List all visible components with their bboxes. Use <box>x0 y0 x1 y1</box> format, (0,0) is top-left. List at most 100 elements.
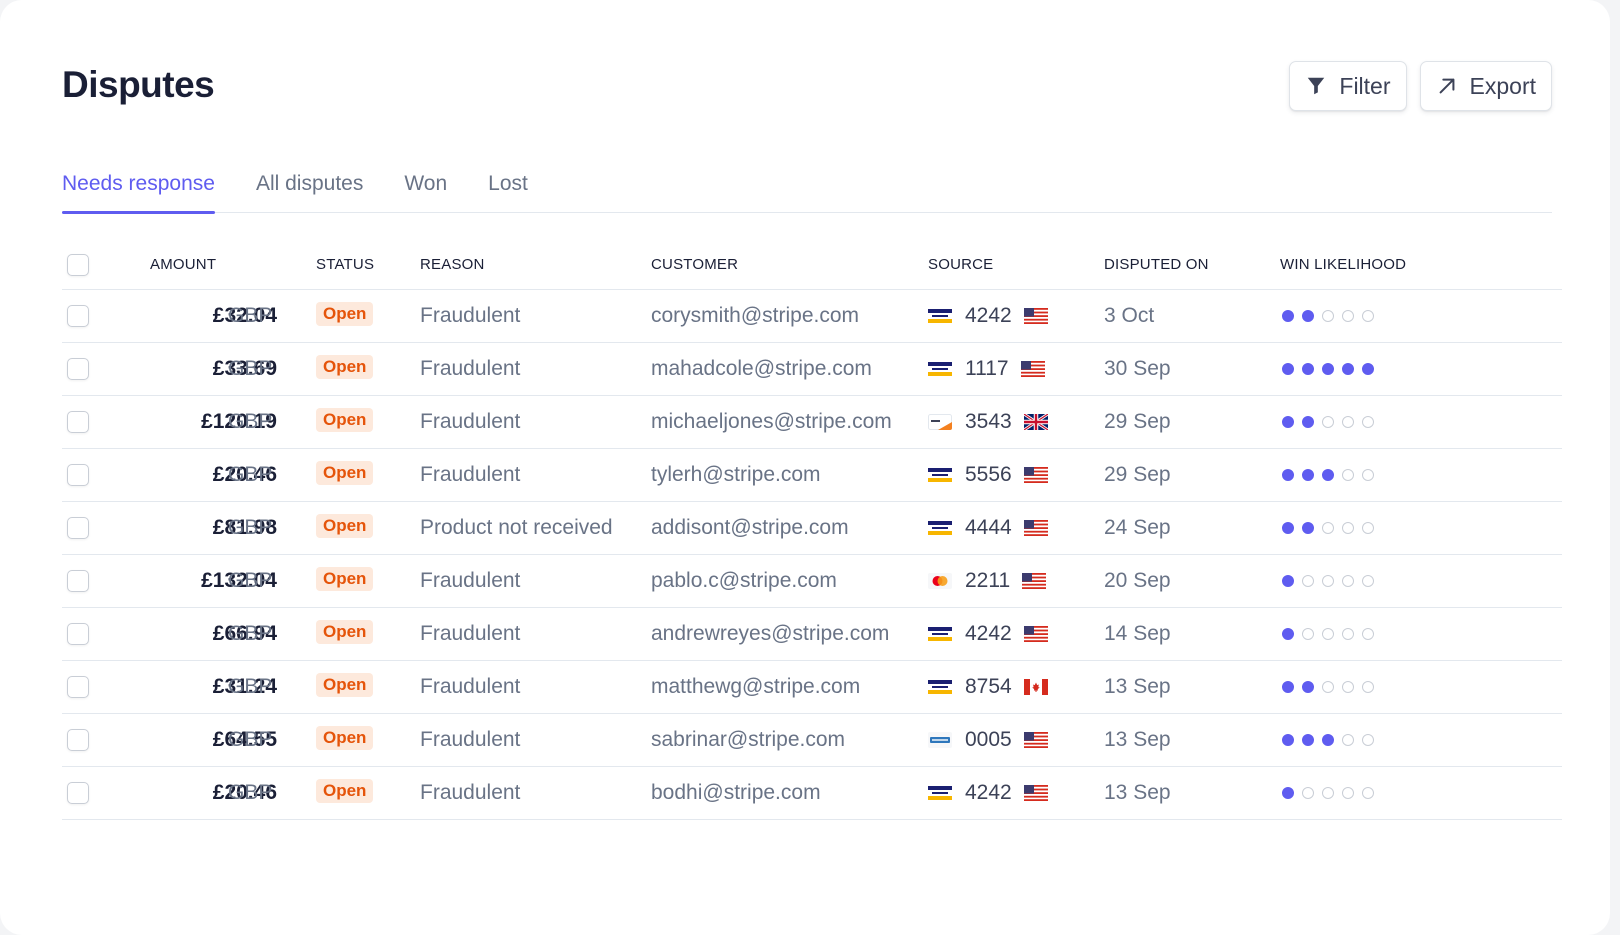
page-title: Disputes <box>62 64 215 105</box>
likelihood-dot <box>1282 416 1294 428</box>
us-flag-icon <box>1023 732 1048 748</box>
likelihood-dot <box>1342 575 1354 587</box>
likelihood-dot <box>1362 787 1374 799</box>
likelihood-dot <box>1342 734 1354 746</box>
filter-button-label: Filter <box>1339 72 1391 99</box>
visa-card-icon <box>928 308 952 324</box>
header-status[interactable]: STATUS <box>316 240 374 289</box>
likelihood-dot <box>1302 628 1314 640</box>
customer-email[interactable]: addisont@stripe.com <box>651 516 849 540</box>
win-likelihood-meter <box>1282 396 1374 448</box>
customer-email[interactable]: corysmith@stripe.com <box>651 304 859 328</box>
likelihood-dot <box>1342 469 1354 481</box>
source-cell: 4444 <box>928 502 1048 554</box>
disputed-on-date: 14 Sep <box>1104 622 1171 645</box>
table-row[interactable]: £132.04 GBP Open Fraudulent pablo.c@stripe.c… <box>62 555 1562 608</box>
source-cell: 2211 <box>928 555 1047 607</box>
ca-flag-icon <box>1023 679 1048 695</box>
disputed-on-date: 29 Sep <box>1104 463 1171 486</box>
customer-email[interactable]: matthewg@stripe.com <box>651 675 860 699</box>
likelihood-dot <box>1302 575 1314 587</box>
row-checkbox[interactable] <box>67 676 89 698</box>
row-checkbox[interactable] <box>67 782 89 804</box>
table-row[interactable]: £20.46 GBP Open Fraudulent tylerh@stripe.com… <box>62 449 1562 502</box>
card-last4: 4242 <box>965 622 1012 645</box>
header-customer[interactable]: CUSTOMER <box>651 240 738 289</box>
row-checkbox[interactable] <box>67 517 89 539</box>
dispute-currency: GBP <box>228 675 273 698</box>
table-row[interactable]: £64.55 GBP Open Fraudulent sabrinar@stripe.c… <box>62 714 1562 767</box>
dispute-reason: Product not received <box>420 516 613 539</box>
likelihood-dot <box>1322 628 1334 640</box>
dispute-currency: GBP <box>228 463 273 486</box>
table-row[interactable]: £66.94 GBP Open Fraudulent andrewreyes@strip… <box>62 608 1562 661</box>
likelihood-dot <box>1322 416 1334 428</box>
table-row[interactable]: £32.04 GBP Open Fraudulent corysmith@stripe.… <box>62 290 1562 343</box>
table-row[interactable]: £120.19 GBP Open Fraudulent michaeljones@str… <box>62 396 1562 449</box>
status-badge: Open <box>316 514 374 538</box>
customer-email[interactable]: bodhi@stripe.com <box>651 781 821 805</box>
likelihood-dot <box>1362 416 1374 428</box>
filter-button[interactable]: Filter <box>1289 61 1407 111</box>
header-win-likelihood[interactable]: WIN LIKELIHOOD <box>1280 240 1406 289</box>
tab-all-disputes[interactable]: All disputes <box>256 170 363 213</box>
header-disputed-on[interactable]: DISPUTED ON <box>1104 240 1209 289</box>
disputed-on-date: 30 Sep <box>1104 357 1171 380</box>
customer-email[interactable]: andrewreyes@stripe.com <box>651 622 889 646</box>
table-row[interactable]: £33.69 GBP Open Fraudulent mahadcole@stripe.… <box>62 343 1562 396</box>
customer-email[interactable]: mahadcole@stripe.com <box>651 357 872 381</box>
row-checkbox[interactable] <box>67 570 89 592</box>
card-last4: 2211 <box>965 569 1011 592</box>
likelihood-dot <box>1282 734 1294 746</box>
disputed-on-date: 3 Oct <box>1104 304 1155 327</box>
disputes-panel: Disputes Filter Export Needs response All… <box>0 0 1610 935</box>
table-header: AMOUNT STATUS REASON CUSTOMER SOURCE DIS… <box>62 240 1562 290</box>
customer-email[interactable]: sabrinar@stripe.com <box>651 728 845 752</box>
source-cell: 3543 <box>928 396 1048 448</box>
disputed-on-date: 24 Sep <box>1104 516 1171 539</box>
header-amount[interactable]: AMOUNT <box>150 240 216 289</box>
funnel-icon <box>1308 77 1325 95</box>
status-badge: Open <box>316 302 374 326</box>
tab-needs-response[interactable]: Needs response <box>62 170 215 214</box>
table-row[interactable]: £81.98 GBP Open Product not received addison… <box>62 502 1562 555</box>
row-checkbox[interactable] <box>67 358 89 380</box>
source-cell: 4242 <box>928 608 1048 660</box>
header-source[interactable]: SOURCE <box>928 240 993 289</box>
row-checkbox[interactable] <box>67 411 89 433</box>
win-likelihood-meter <box>1282 502 1374 554</box>
likelihood-dot <box>1302 416 1314 428</box>
likelihood-dot <box>1362 469 1374 481</box>
customer-email[interactable]: pablo.c@stripe.com <box>651 569 837 593</box>
likelihood-dot <box>1362 363 1374 375</box>
visa-card-icon <box>928 520 952 536</box>
row-checkbox[interactable] <box>67 464 89 486</box>
dispute-tabs: Needs response All disputes Won Lost <box>62 170 1552 214</box>
dispute-currency: GBP <box>228 569 273 592</box>
likelihood-dot <box>1282 575 1294 587</box>
customer-email[interactable]: michaeljones@stripe.com <box>651 410 892 434</box>
source-cell: 4242 <box>928 767 1048 819</box>
card-last4: 5556 <box>965 463 1012 486</box>
visa-card-icon <box>928 361 952 377</box>
export-button[interactable]: Export <box>1419 61 1552 111</box>
table-row[interactable]: £20.46 GBP Open Fraudulent bodhi@stripe.com 4… <box>62 767 1562 820</box>
likelihood-dot <box>1362 734 1374 746</box>
us-flag-icon <box>1023 785 1048 801</box>
disputed-on-date: 13 Sep <box>1104 728 1171 751</box>
header-reason[interactable]: REASON <box>420 240 485 289</box>
visa-card-icon <box>928 785 952 801</box>
visa-card-icon <box>928 679 952 695</box>
row-checkbox[interactable] <box>67 305 89 327</box>
card-last4: 0005 <box>965 728 1012 751</box>
customer-email[interactable]: tylerh@stripe.com <box>651 463 821 487</box>
dispute-currency: GBP <box>228 304 273 327</box>
row-checkbox[interactable] <box>67 729 89 751</box>
row-checkbox[interactable] <box>67 623 89 645</box>
tab-lost[interactable]: Lost <box>488 170 528 213</box>
dispute-reason: Fraudulent <box>420 463 521 486</box>
select-all-checkbox[interactable] <box>67 253 89 276</box>
table-row[interactable]: £31.24 GBP Open Fraudulent matthewg@stripe.c… <box>62 661 1562 714</box>
tab-won[interactable]: Won <box>404 170 447 213</box>
card-last4: 4242 <box>965 781 1012 804</box>
